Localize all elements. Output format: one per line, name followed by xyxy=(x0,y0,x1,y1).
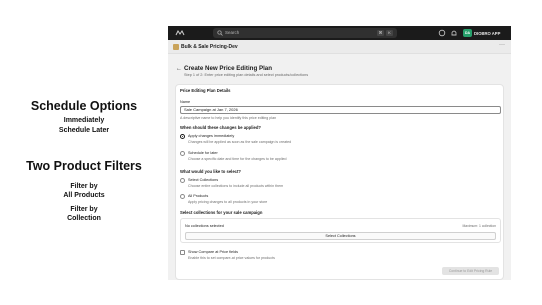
store-name[interactable]: DIOBRO APP xyxy=(474,31,500,36)
page-title: Create New Price Editing Plan xyxy=(184,65,273,72)
promo-item-filter-all-line1: Filter by xyxy=(70,183,98,190)
collections-label: Select collections for your sale campaig… xyxy=(180,210,263,215)
opt-all-label[interactable]: All Products xyxy=(188,194,208,198)
continue-button[interactable]: Continue to Edit Pricing Rule xyxy=(442,267,499,275)
no-collections-text: No collections selected xyxy=(185,224,224,228)
app-icon xyxy=(173,44,179,50)
opt-collections-label[interactable]: Select Collections xyxy=(188,178,218,182)
select-label: What would you like to select? xyxy=(180,169,241,174)
app-header: Bulk & Sale Pricing-Dev ··· xyxy=(168,40,511,54)
opt-later-help: Choose a specific date and time for the … xyxy=(188,157,287,161)
collections-box: No collections selected Maximum: 1 colle… xyxy=(180,218,501,243)
shortcut-cmd: ⌘ xyxy=(377,30,384,36)
promo-item-immediately: Immediately xyxy=(63,117,105,124)
back-arrow-icon[interactable]: ← xyxy=(176,66,182,72)
compare-at-price-checkbox[interactable] xyxy=(180,250,185,255)
max-collections-note: Maximum: 1 collection xyxy=(462,224,496,228)
shortcut-k: K xyxy=(386,30,393,36)
shopify-logo-icon xyxy=(175,30,185,36)
opt-later-label[interactable]: Schedule for later xyxy=(188,151,218,155)
opt-immediate-label[interactable]: Apply changes immediately xyxy=(188,134,234,138)
opt-all-help: Apply pricing changes to all products in… xyxy=(188,200,268,204)
compare-help: Enable this to set compare-at price valu… xyxy=(188,256,275,260)
opt-immediate-help: Changes will be applied as soon as the s… xyxy=(188,140,292,144)
admin-topbar: Search ⌘ K DA DIOBRO APP xyxy=(168,26,511,40)
promo-heading-filters: Two Product Filters xyxy=(26,159,142,173)
search-placeholder: Search xyxy=(225,29,240,35)
sparkle-icon[interactable] xyxy=(438,29,446,37)
promo-heading-schedule: Schedule Options xyxy=(30,99,138,113)
promo-panel: Schedule Options Immediately Schedule La… xyxy=(0,0,168,305)
promo-item-filter-collection-line1: Filter by xyxy=(70,206,98,213)
page-subtitle: Step 1 of 2: Enter price editing plan de… xyxy=(184,73,309,77)
bell-icon[interactable] xyxy=(450,29,458,37)
section-title: Price Editing Plan Details xyxy=(180,88,231,93)
radio-select-collections[interactable] xyxy=(180,178,185,183)
name-label: Name xyxy=(180,100,191,104)
app-title: Bulk & Sale Pricing-Dev xyxy=(181,44,238,50)
more-actions-icon[interactable]: ··· xyxy=(499,42,505,48)
radio-all-products[interactable] xyxy=(180,194,185,199)
name-field[interactable]: Sale Campaign at Jan 7, 2026 xyxy=(180,106,501,114)
search-icon xyxy=(217,30,223,36)
select-collections-button[interactable]: Select Collections xyxy=(185,232,496,240)
radio-schedule-later[interactable] xyxy=(180,151,185,156)
radio-apply-immediately[interactable] xyxy=(180,134,185,139)
admin-window: Search ⌘ K DA DIOBRO APP Bulk & Sale Pri… xyxy=(168,26,511,280)
name-help: A descriptive name to help you identify … xyxy=(180,116,277,120)
opt-collections-help: Choose entire collections to include all… xyxy=(188,184,284,188)
search-bar[interactable]: Search ⌘ K xyxy=(213,28,397,38)
plan-details-card: Price Editing Plan Details Name Sale Cam… xyxy=(175,84,504,280)
promo-item-filter-collection-line2: Collection xyxy=(67,215,101,222)
when-label: When should these changes be applied? xyxy=(180,125,261,130)
page: Schedule Options Immediately Schedule La… xyxy=(0,0,542,305)
store-avatar[interactable]: DA xyxy=(463,29,472,37)
promo-item-filter-all-line2: All Products xyxy=(63,192,105,199)
promo-item-schedule-later: Schedule Later xyxy=(58,127,110,134)
compare-label[interactable]: Show Compare at Price fields xyxy=(188,250,238,254)
